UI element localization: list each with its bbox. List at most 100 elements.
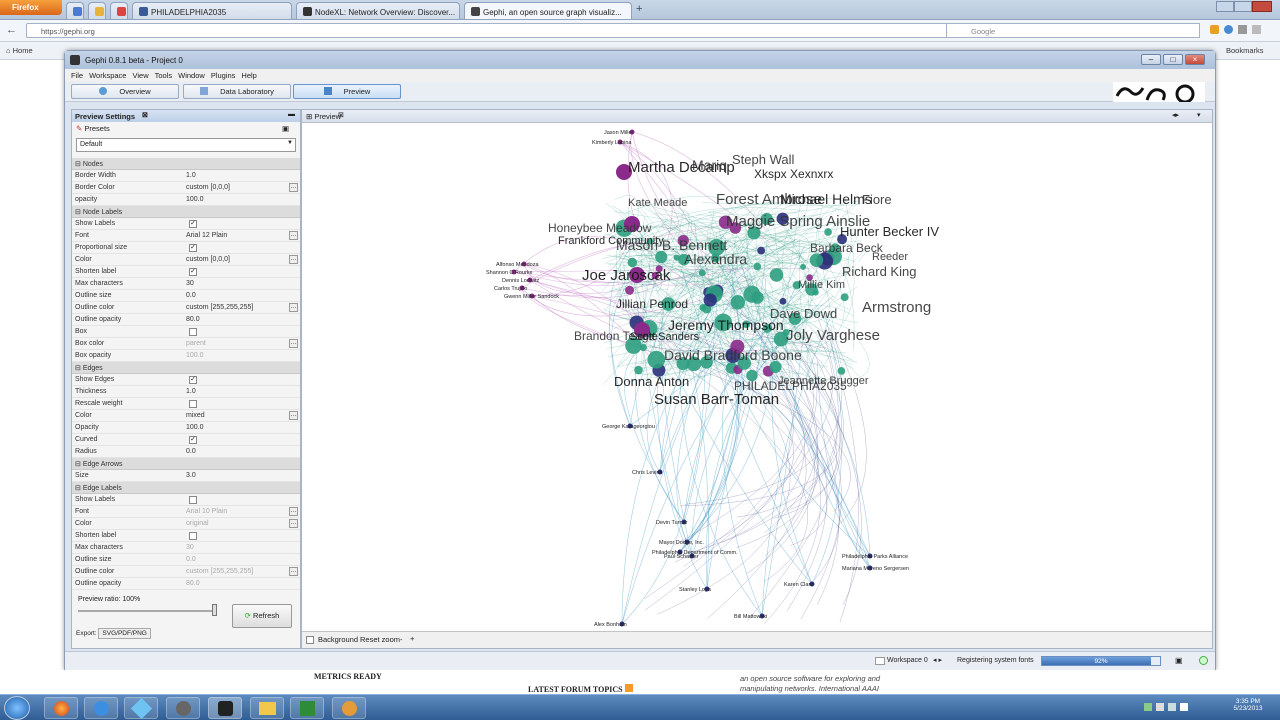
background-checkbox[interactable] (306, 636, 314, 644)
menu-view[interactable]: View (132, 71, 148, 80)
menu-window[interactable]: Window (178, 71, 205, 80)
property-checkbox[interactable] (189, 532, 197, 540)
preview-ratio-handle[interactable] (212, 604, 217, 616)
property-section[interactable]: ⊟ Edge Labels (72, 482, 300, 494)
property-checkbox[interactable]: ✓ (189, 376, 197, 384)
pinned-tab-gmail[interactable] (110, 2, 128, 19)
taskbar-network[interactable] (166, 697, 200, 719)
tab-nodexl[interactable]: NodeXL: Network Overview: Discover... (296, 2, 460, 19)
close-tab-icon[interactable]: ⊠ (338, 111, 344, 119)
preview-button[interactable]: Preview (293, 84, 401, 99)
minimize-icon[interactable] (1216, 1, 1234, 12)
wrench-icon[interactable] (1238, 25, 1247, 34)
property-checkbox[interactable] (189, 496, 197, 504)
volume-icon[interactable] (1180, 703, 1188, 711)
taskbar-ie[interactable] (84, 697, 118, 719)
menu-plugins[interactable]: Plugins (211, 71, 236, 80)
ellipsis-button[interactable]: … (289, 411, 298, 420)
property-value[interactable]: 0.0 (186, 448, 196, 455)
taskbar-firefox[interactable] (44, 697, 78, 719)
taskbar-explorer[interactable] (250, 697, 284, 719)
property-value[interactable]: 1.0 (186, 172, 196, 179)
stop-task-icon[interactable]: ▣ (1175, 656, 1183, 665)
gephi-maximize-button[interactable]: □ (1163, 54, 1183, 65)
new-tab-button[interactable]: + (636, 3, 648, 16)
ellipsis-button[interactable]: … (289, 339, 298, 348)
taskbar-flower[interactable] (332, 697, 366, 719)
close-icon[interactable] (1252, 1, 1272, 12)
property-value[interactable]: mixed (186, 412, 205, 419)
url-field[interactable]: https://gephi.org (26, 23, 956, 38)
gephi-close-button[interactable]: × (1185, 54, 1205, 65)
property-value[interactable]: parent (186, 340, 206, 347)
property-value[interactable]: custom [255,255,255] (186, 568, 253, 575)
taskbar-gephi[interactable] (208, 697, 242, 719)
preview-ratio-slider[interactable] (78, 610, 214, 612)
property-value[interactable]: custom [0,0,0] (186, 256, 230, 263)
property-value[interactable]: 3.0 (186, 472, 196, 479)
bookmark-home[interactable]: ⌂ Home (6, 46, 33, 55)
zoom-out-button[interactable]: - (400, 635, 403, 644)
property-value[interactable]: custom [255,255,255] (186, 304, 253, 311)
search-field[interactable]: Google (946, 23, 1200, 38)
property-value[interactable]: 100.0 (186, 352, 204, 359)
network-graph[interactable]: Jason Miller Kimberly Labina Alfonso Mendo… (302, 124, 1212, 630)
property-value[interactable]: custom [0,0,0] (186, 184, 230, 191)
preset-select[interactable]: Default ▼ (76, 138, 296, 152)
menu-file[interactable]: File (71, 71, 83, 80)
minimize-panel-icon[interactable]: ▬ (288, 111, 295, 118)
zoom-in-button[interactable]: + (410, 634, 414, 643)
notification-icon[interactable] (1199, 656, 1208, 665)
addon-icon[interactable] (1210, 25, 1219, 34)
property-value[interactable]: 100.0 (186, 424, 204, 431)
property-value[interactable]: 30 (186, 544, 194, 551)
property-value[interactable]: 0.0 (186, 292, 196, 299)
taskbar-app[interactable] (124, 697, 158, 720)
property-value[interactable]: 80.0 (186, 580, 200, 587)
ellipsis-button[interactable]: … (289, 507, 298, 516)
property-value[interactable]: 1.0 (186, 388, 196, 395)
property-value[interactable]: 100.0 (186, 196, 204, 203)
menu-icon[interactable] (1252, 25, 1261, 34)
ellipsis-button[interactable]: … (289, 231, 298, 240)
ellipsis-button[interactable]: … (289, 519, 298, 528)
firefox-menu-button[interactable]: Firefox (0, 0, 62, 15)
close-panel-icon[interactable]: ⊠ (142, 111, 148, 119)
pinned-tab-notes[interactable] (88, 2, 106, 19)
property-checkbox[interactable]: ✓ (189, 244, 197, 252)
refresh-button[interactable]: ⟳ Refresh (232, 604, 292, 628)
property-checkbox[interactable]: ✓ (189, 220, 197, 228)
start-button[interactable] (4, 696, 30, 720)
menu-tools[interactable]: Tools (155, 71, 173, 80)
menu-help[interactable]: Help (241, 71, 256, 80)
clock[interactable]: 3:35 PM 5/23/2013 (1228, 698, 1268, 712)
rss-icon[interactable] (624, 684, 633, 692)
property-value[interactable]: Arial 12 Plain (186, 232, 227, 239)
property-value[interactable]: 0.0 (186, 556, 196, 563)
pinned-tab-calendar[interactable] (66, 2, 84, 19)
property-value[interactable]: original (186, 520, 209, 527)
back-arrow-icon[interactable]: ← (6, 24, 17, 36)
tab-list-icon[interactable]: ▾ (1197, 111, 1201, 119)
globe-icon[interactable] (1224, 25, 1233, 34)
workspace-nav-icon[interactable]: ◂ ▸ (933, 656, 942, 664)
taskbar-excel[interactable] (290, 697, 324, 719)
export-button[interactable]: SVG/PDF/PNG (98, 628, 151, 639)
property-section[interactable]: ⊟ Nodes (72, 158, 300, 170)
overview-button[interactable]: Overview (71, 84, 179, 99)
bookmarks-menu[interactable]: Bookmarks (1226, 46, 1264, 55)
property-section[interactable]: ⊟ Edge Arrows (72, 458, 300, 470)
data-laboratory-button[interactable]: Data Laboratory (183, 84, 291, 99)
property-checkbox[interactable] (189, 400, 197, 408)
ellipsis-button[interactable]: … (289, 303, 298, 312)
property-checkbox[interactable] (189, 328, 197, 336)
tab-nav-icon[interactable]: ◂▸ (1172, 111, 1179, 119)
ellipsis-button[interactable]: … (289, 567, 298, 576)
ellipsis-button[interactable]: … (289, 183, 298, 192)
menu-workspace[interactable]: Workspace (89, 71, 126, 80)
save-preset-icon[interactable]: ▣ (282, 124, 289, 133)
tab-philadelphia2035[interactable]: PHILADELPHIA2035 (132, 2, 292, 19)
property-section[interactable]: ⊟ Edges (72, 362, 300, 374)
tab-gephi[interactable]: Gephi, an open source graph visualiz... (464, 2, 632, 19)
property-value[interactable]: 80.0 (186, 316, 200, 323)
